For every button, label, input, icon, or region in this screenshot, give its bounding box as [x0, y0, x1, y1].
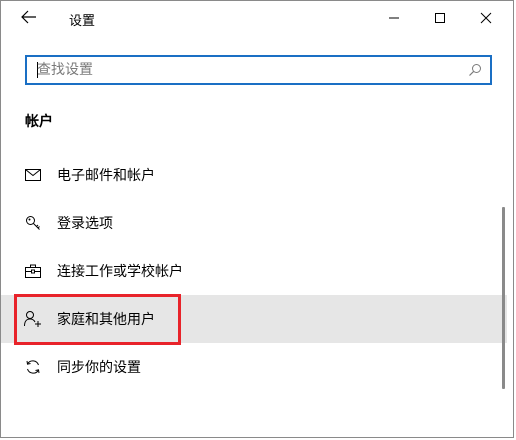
- minimize-button[interactable]: [371, 1, 417, 35]
- scrollbar-thumb[interactable]: [502, 207, 505, 389]
- briefcase-icon: [23, 261, 43, 281]
- nav-item-family-other-users[interactable]: 家庭和其他用户: [1, 295, 507, 343]
- sync-icon: [23, 357, 43, 377]
- back-arrow-icon: [21, 9, 37, 28]
- nav-item-label: 连接工作或学校帐户: [57, 264, 183, 280]
- back-button[interactable]: [13, 5, 45, 31]
- window-title: 设置: [69, 14, 96, 29]
- mail-icon: [23, 165, 43, 185]
- close-icon: [480, 9, 492, 28]
- title-bar: 设置: [1, 1, 513, 35]
- search-icon[interactable]: [466, 61, 484, 79]
- maximize-button[interactable]: [417, 1, 463, 35]
- key-icon: [23, 213, 43, 233]
- nav-item-label: 登录选项: [57, 216, 113, 232]
- nav-item-sync-settings[interactable]: 同步你的设置: [1, 343, 507, 391]
- nav-item-work-school-access[interactable]: 连接工作或学校帐户: [1, 247, 507, 295]
- close-button[interactable]: [463, 1, 509, 35]
- nav-item-label: 同步你的设置: [57, 360, 141, 376]
- settings-window: 设置 帐户: [0, 0, 514, 438]
- search-box[interactable]: [25, 55, 492, 85]
- nav-item-sign-in-options[interactable]: 登录选项: [1, 199, 507, 247]
- section-heading: 帐户: [25, 114, 53, 130]
- search-input[interactable]: [37, 57, 457, 83]
- maximize-icon: [434, 9, 446, 28]
- nav-item-label: 家庭和其他用户: [57, 312, 155, 328]
- person-add-icon: [23, 309, 43, 329]
- nav-item-email-accounts[interactable]: 电子邮件和帐户: [1, 151, 507, 199]
- minimize-icon: [388, 9, 400, 28]
- nav-item-label: 电子邮件和帐户: [57, 168, 155, 184]
